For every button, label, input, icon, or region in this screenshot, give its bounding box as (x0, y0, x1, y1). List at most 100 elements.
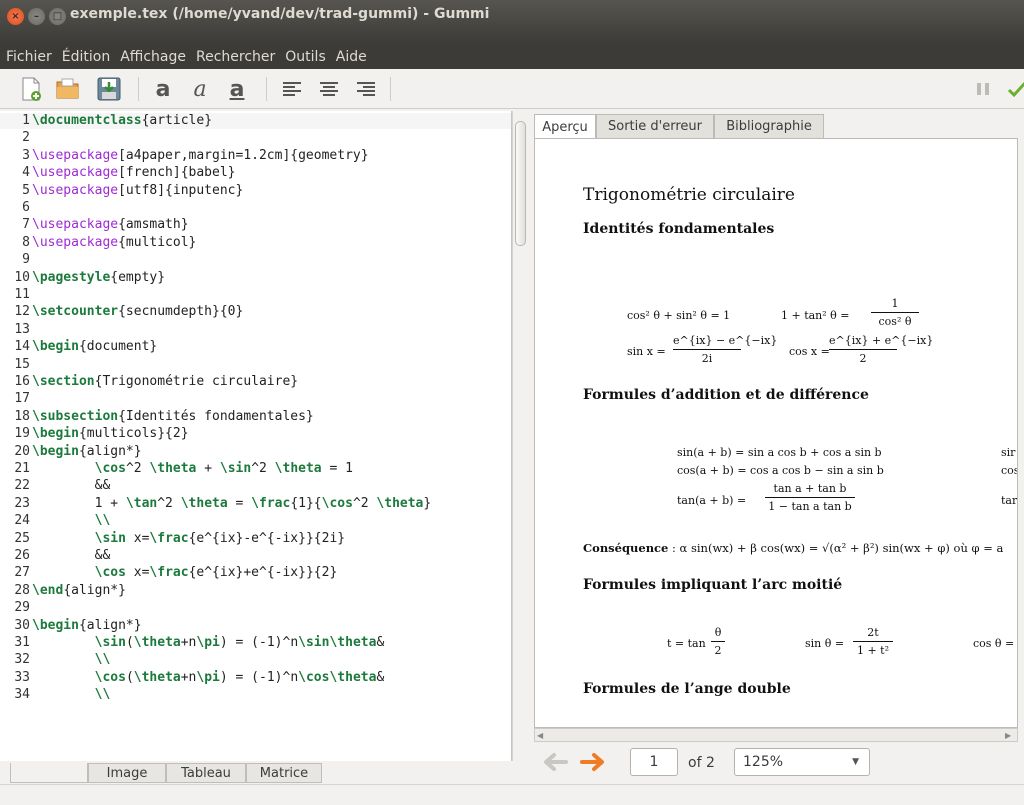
line-code: \section{Trigonométrie circulaire} (32, 374, 299, 389)
line-code: \usepackage[utf8]{inputenc} (32, 182, 244, 198)
editor-line[interactable]: 15 (0, 357, 511, 373)
menu-edition[interactable]: Édition (56, 49, 114, 65)
tab-image[interactable]: Image (88, 763, 166, 783)
menu-rechercher[interactable]: Rechercher (190, 49, 279, 65)
next-page-icon[interactable] (580, 752, 606, 776)
line-code: \subsection{Identités fondamentales} (32, 408, 314, 424)
line-code: 1 + \tan^2 \theta = \frac{1}{\cos^2 \the… (32, 495, 432, 511)
align-left-icon[interactable] (279, 76, 305, 102)
editor-line[interactable]: 28 \end{align*} (0, 582, 511, 599)
editor-line[interactable]: 2 (0, 130, 511, 146)
tab-tableau[interactable]: Tableau (166, 763, 246, 783)
minimize-window-icon[interactable]: – (28, 8, 45, 25)
tab-bibliographie[interactable]: Bibliographie (714, 114, 824, 138)
pdf-preview[interactable]: Trigonométrie circulaire Identités fonda… (534, 138, 1018, 728)
line-code: \pagestyle{empty} (32, 269, 166, 285)
editor-line[interactable]: 21 \cos^2 \theta + \sin^2 \theta = 1 (0, 461, 511, 477)
editor-scrollbar[interactable] (512, 111, 527, 761)
line-code: \sin(\theta+n\pi) = (-1)^n\sin\theta& (94, 635, 385, 650)
editor-line[interactable]: 16 \section{Trigonométrie circulaire} (0, 374, 511, 390)
editor-line[interactable]: 31 \sin(\theta+n\pi) = (-1)^n\sin\theta& (0, 635, 511, 651)
maximize-window-icon[interactable]: □ (49, 8, 66, 25)
line-number: 10 (14, 269, 30, 285)
menu-affichage[interactable]: Affichage (114, 49, 190, 65)
line-code: \usepackage{amsmath} (32, 217, 189, 233)
align-right-icon[interactable] (353, 76, 379, 102)
editor-line[interactable]: 23 1 + \tan^2 \theta = \frac{1}{\cos^2 \… (0, 495, 511, 512)
editor-scrollbar-thumb[interactable] (515, 121, 526, 246)
editor-line[interactable]: 12 \setcounter{secnumdepth}{0} (0, 304, 511, 320)
line-number: 7 (22, 217, 30, 233)
tab-apercu[interactable]: Aperçu (534, 114, 596, 139)
editor-line[interactable]: 29 (0, 600, 511, 616)
bold-icon[interactable]: a (150, 76, 176, 102)
editor-line[interactable]: 11 (0, 287, 511, 303)
editor-line[interactable]: 30 \begin{align*} (0, 618, 511, 634)
line-number: 20 (14, 443, 30, 459)
editor-line[interactable]: 10 \pagestyle{empty} (0, 269, 511, 286)
tab-blank[interactable] (10, 763, 88, 783)
tab-matrice[interactable]: Matrice (246, 763, 322, 783)
line-code: \sin x=\frac{e^{ix}-e^{-ix}}{2i} (94, 530, 346, 546)
editor-line[interactable]: 5 \usepackage[utf8]{inputenc} (0, 182, 511, 199)
editor-line[interactable]: 1 \documentclass{article} (0, 113, 511, 129)
align-center-icon[interactable] (316, 76, 342, 102)
italic-icon[interactable]: a (187, 76, 213, 102)
editor-line[interactable]: 27 \cos x=\frac{e^{ix}+e^{-ix}}{2} (0, 565, 511, 581)
pause-icon[interactable] (970, 76, 996, 102)
editor-line[interactable]: 14 \begin{document} (0, 339, 511, 355)
eq-half-t-num: θ (714, 626, 722, 639)
editor-line[interactable]: 18 \subsection{Identités fondamentales} (0, 408, 511, 425)
editor-line[interactable]: 25 \sin x=\frac{e^{ix}-e^{-ix}}{2i} (0, 530, 511, 547)
preview-navigation: 1 of 2 125% ▼ (534, 744, 1018, 782)
zoom-select[interactable]: 125% ▼ (734, 748, 870, 776)
menu-outils[interactable]: Outils (279, 49, 329, 65)
line-number: 16 (14, 374, 30, 389)
scroll-left-icon[interactable]: ◀ (537, 731, 547, 740)
editor-line[interactable]: 34 \\ (0, 687, 511, 703)
menu-aide[interactable]: Aide (330, 49, 371, 65)
source-editor[interactable]: 1 \documentclass{article} 2 3 \usepackage[a4… (0, 111, 512, 761)
check-icon[interactable] (1004, 76, 1024, 102)
previous-page-icon[interactable] (542, 752, 568, 776)
subsection-angle-double: Formules de l’ange double (583, 681, 791, 697)
line-number: 27 (14, 565, 30, 581)
line-code: \end{align*} (32, 582, 126, 598)
menu-fichier[interactable]: Fichier (0, 49, 56, 65)
close-window-icon[interactable]: × (7, 8, 24, 25)
editor-line[interactable]: 20 \begin{align*} (0, 443, 511, 460)
new-file-icon[interactable] (18, 76, 44, 102)
preview-horizontal-scrollbar[interactable]: ◀ ▶ (534, 728, 1018, 742)
editor-line[interactable]: 17 (0, 391, 511, 407)
eq-add-sin-cut: sir (1001, 446, 1016, 459)
line-number: 8 (22, 234, 30, 250)
underline-icon[interactable]: a (224, 76, 250, 102)
subsection-addition: Formules d’addition et de différence (583, 387, 869, 403)
eq-half-cos-cut: cos θ = (973, 637, 1015, 650)
line-code: \documentclass{article} (32, 113, 213, 128)
editor-line[interactable]: 19 \begin{multicols}{2} (0, 426, 511, 442)
line-code: \cos^2 \theta + \sin^2 \theta = 1 (94, 461, 353, 476)
editor-line[interactable]: 9 (0, 252, 511, 268)
editor-line[interactable]: 32 \\ (0, 652, 511, 668)
line-number: 13 (14, 321, 30, 337)
editor-line[interactable]: 4 \usepackage[french]{babel} (0, 165, 511, 181)
editor-line[interactable]: 22 && (0, 478, 511, 494)
insert-tabs-bar: Image Tableau Matrice (0, 761, 527, 783)
editor-line[interactable]: 7 \usepackage{amsmath} (0, 217, 511, 233)
save-icon[interactable] (96, 76, 122, 102)
tab-sortie-erreur[interactable]: Sortie d'erreur (596, 114, 714, 138)
editor-line[interactable]: 8 \usepackage{multicol} (0, 234, 511, 251)
scroll-right-icon[interactable]: ▶ (1005, 731, 1015, 740)
editor-line[interactable]: 24 \\ (0, 513, 511, 529)
section-title: Trigonométrie circulaire (583, 185, 795, 205)
editor-line[interactable]: 26 && (0, 548, 511, 564)
line-number: 12 (14, 304, 30, 320)
editor-line[interactable]: 13 (0, 321, 511, 338)
editor-line[interactable]: 3 \usepackage[a4paper,margin=1.2cm]{geome… (0, 148, 511, 164)
editor-line[interactable]: 6 (0, 200, 511, 216)
open-folder-icon[interactable] (55, 76, 81, 102)
editor-line[interactable]: 33 \cos(\theta+n\pi) = (-1)^n\cos\theta& (0, 670, 511, 686)
line-number: 26 (14, 548, 30, 563)
page-number-input[interactable]: 1 (630, 748, 678, 776)
